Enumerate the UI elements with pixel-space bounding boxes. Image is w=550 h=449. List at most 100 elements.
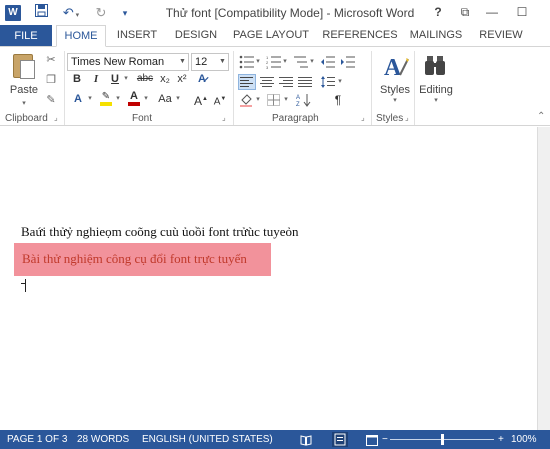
clipboard-launcher-icon[interactable]: ⌟ [54,114,63,123]
text-effects-icon[interactable]: A [70,91,86,107]
window-title: Thử font [Compatibility Mode] - Microsof… [165,6,415,20]
highlight-color-bar [100,102,112,106]
chevron-down-icon[interactable]: ▾ [336,74,344,90]
shrink-font-button[interactable]: A▼ [213,91,227,107]
zoom-in-button[interactable]: + [498,430,504,449]
strikethrough-button[interactable]: abc [134,71,156,87]
document-line-vni[interactable]: Baứi thửỷ nghieọm coõng cuù ủoồi font tr… [21,224,298,240]
font-size-combobox[interactable]: 12 ▼ [191,53,229,71]
increase-indent-icon[interactable] [340,55,356,69]
tab-home[interactable]: HOME [56,25,106,47]
save-icon[interactable] [32,4,50,22]
zoom-out-button[interactable]: − [382,430,388,449]
web-layout-icon[interactable] [366,434,378,449]
copy-icon[interactable]: ❐ [44,73,58,87]
highlighter-icon: ✎ [101,91,111,102]
document-line-unicode[interactable]: Bài thử nghiệm công cụ đổi font trực tuy… [22,251,247,267]
print-layout-icon[interactable] [332,432,348,447]
chevron-down-icon[interactable]: ▾ [122,71,130,87]
chevron-down-icon[interactable]: ▾ [308,54,316,70]
bullets-icon[interactable] [239,55,255,69]
shading-icon[interactable] [239,93,255,107]
chevron-down-icon[interactable]: ▾ [174,91,182,107]
tab-review[interactable]: REVIEW [478,25,524,47]
chevron-down-icon[interactable]: ▾ [281,54,289,70]
chevron-down-icon[interactable]: ▾ [142,91,150,107]
tab-page-layout[interactable]: PAGE LAYOUT [230,25,312,47]
tab-insert[interactable]: INSERT [112,25,162,47]
divider [64,51,65,125]
cut-icon[interactable]: ✂ [44,53,58,67]
svg-text:A: A [296,95,300,101]
sort-icon[interactable]: AZ [296,93,312,108]
borders-icon[interactable] [266,93,282,107]
align-center-button[interactable] [259,75,275,89]
zoom-level[interactable]: 100% [511,430,537,449]
chevron-down-icon[interactable]: ▼ [177,54,188,70]
justify-button[interactable] [297,75,313,89]
highlight-button[interactable]: ✎ [98,91,114,107]
redo-icon[interactable]: ↻ [92,4,110,22]
paste-label: Paste [9,84,39,96]
font-launcher-icon[interactable]: ⌟ [222,114,231,123]
minimize-button[interactable]: — [482,3,502,21]
align-right-button[interactable] [278,75,294,89]
maximize-button[interactable]: ☐ [512,3,532,21]
tab-mailings[interactable]: MAILINGS [406,25,466,47]
change-case-button[interactable]: Aa [156,91,174,107]
paragraph-launcher-icon[interactable]: ⌟ [361,114,370,123]
bold-button[interactable]: B [70,71,84,87]
customize-toolbar-icon[interactable]: ▾ [118,4,132,22]
vertical-scrollbar[interactable] [537,127,550,430]
read-mode-icon[interactable] [300,434,312,449]
styles-group-label: Styles [376,113,404,124]
numbering-icon[interactable]: 123 [266,55,282,70]
paste-button[interactable]: Paste ▾ [6,51,42,107]
clipboard-group-label: Clipboard [5,113,48,124]
font-color-bar [128,102,140,106]
page-count[interactable]: PAGE 1 OF 3 [7,430,67,449]
tab-references[interactable]: REFERENCES [320,25,400,47]
word-count[interactable]: 28 WORDS [77,430,129,449]
ribbon: Paste ▾ ✂ ❐ ✎ Clipboard ⌟ Times New Roman… [0,46,550,126]
tab-file[interactable]: FILE [0,25,52,47]
show-marks-button[interactable]: ¶ [331,92,345,108]
chevron-down-icon[interactable]: ▾ [254,92,262,108]
format-painter-icon[interactable]: ✎ [44,93,58,107]
underline-button[interactable]: U [108,71,122,87]
styles-launcher-icon[interactable]: ⌟ [405,114,414,123]
font-name-combobox[interactable]: Times New Roman ▼ [67,53,189,71]
chevron-down-icon[interactable]: ▼ [217,54,228,70]
italic-button[interactable]: I [89,71,103,87]
chevron-down-icon[interactable]: ▾ [86,91,94,107]
divider [371,51,372,125]
help-button[interactable]: ? [428,3,448,21]
superscript-button[interactable]: x² [175,71,189,87]
undo-icon[interactable]: ↶ ▾ [58,4,84,22]
subscript-button[interactable]: x₂ [158,71,172,87]
svg-text:A: A [384,55,402,81]
font-color-button[interactable]: A [126,91,142,107]
styles-button[interactable]: A Styles ▾ [376,51,414,109]
font-group-label: Font [132,113,153,124]
align-left-button[interactable] [238,74,256,90]
clear-formatting-icon[interactable]: A̷ [194,71,210,87]
multilevel-list-icon[interactable] [293,55,309,69]
paper-icon [20,60,35,79]
zoom-slider-thumb[interactable] [441,434,444,445]
line-spacing-icon[interactable] [320,75,336,89]
chevron-down-icon[interactable]: ▾ [282,92,290,108]
chevron-down-icon[interactable]: ▾ [254,54,262,70]
tab-design[interactable]: DESIGN [170,25,222,47]
decrease-indent-icon[interactable] [320,55,336,69]
language-indicator[interactable]: ENGLISH (UNITED STATES) [142,430,273,449]
collapse-ribbon-icon[interactable]: ⌃ [537,112,546,122]
grow-font-button[interactable]: A▲ [194,91,208,108]
word-logo-icon[interactable]: W [5,5,21,21]
editing-button[interactable]: Editing ▾ [418,51,454,109]
document-page[interactable]: Baứi thửỷ nghieọm coõng cuù ủoồi font tr… [0,127,537,430]
chevron-down-icon[interactable]: ▾ [114,91,122,107]
ribbon-display-button[interactable]: ⧉ [455,3,475,21]
grow-font-label: A [194,94,203,108]
font-name-value: Times New Roman [71,56,165,68]
